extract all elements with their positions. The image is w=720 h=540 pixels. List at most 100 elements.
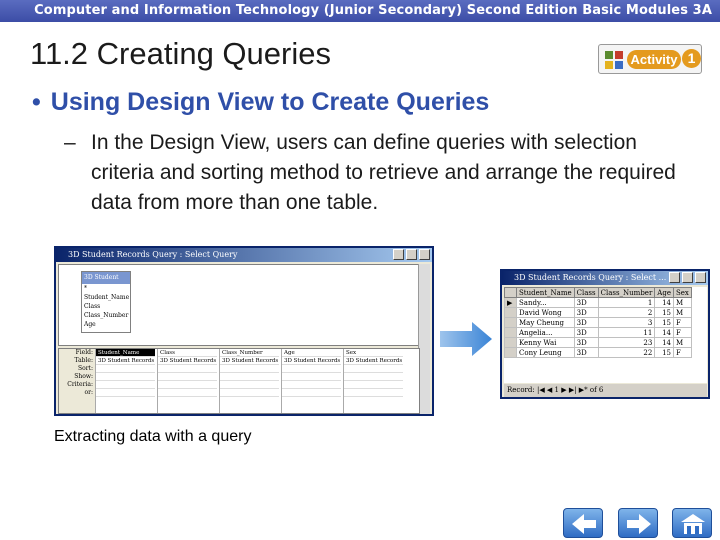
table-cell[interactable]: 15 [654,317,674,328]
table-cell[interactable]: 23 [597,337,656,348]
table-cell[interactable]: Sandy... [516,297,575,308]
design-grid-column[interactable]: Class_Number 3D Student Records [219,349,279,413]
empty-grid-cell[interactable] [344,389,403,397]
empty-grid-cell[interactable] [344,381,403,389]
table-cell[interactable]: May Cheung [516,317,575,328]
field-list[interactable]: 3D Student * Student_Name Class Class_Numbe… [81,271,131,333]
table-row[interactable]: David Wong 3D 2 15 M [504,307,692,318]
table-cell[interactable]: Cony Leung [516,347,575,358]
field-list-item[interactable]: * [82,284,130,293]
column-header[interactable]: Age [654,287,674,298]
table-cell[interactable]: 22 [597,347,656,358]
table-cell[interactable]: 14 [654,297,674,308]
field-list-item[interactable]: Class [82,302,130,311]
empty-grid-cell[interactable] [282,381,341,389]
field-cell[interactable]: Age [282,349,341,357]
column-header[interactable]: Student_Name [516,287,575,298]
row-selector[interactable]: ▶ [504,297,517,308]
table-cell[interactable]: F [672,327,692,338]
field-cell[interactable]: Student_Name [96,349,155,357]
activity-badge[interactable]: Activity 1 [598,44,702,74]
table-cell[interactable]: 14 [654,337,674,348]
maximize-button[interactable] [682,272,693,283]
home-button[interactable] [672,508,712,538]
table-cell[interactable]: 3D Student Records [220,357,279,365]
table-cell[interactable]: 3D [573,317,599,328]
next-slide-button[interactable] [618,508,658,538]
field-list-item[interactable]: Age [82,320,130,329]
table-row[interactable]: Kenny Wai 3D 23 14 M [504,337,692,348]
row-selector[interactable] [504,327,517,338]
empty-grid-cell[interactable] [96,365,155,373]
row-selector[interactable] [504,307,517,318]
empty-grid-cell[interactable] [158,365,217,373]
table-cell[interactable]: 3D [573,337,599,348]
column-header[interactable]: Class [573,287,599,298]
table-cell[interactable]: F [672,317,692,328]
field-cell[interactable]: Sex [344,349,403,357]
empty-grid-cell[interactable] [158,389,217,397]
design-grid-column[interactable]: Class 3D Student Records [157,349,217,413]
row-selector[interactable] [504,337,517,348]
table-cell[interactable]: 15 [654,347,674,358]
table-cell[interactable]: 3D Student Records [344,357,403,365]
table-cell[interactable]: 2 [597,307,656,318]
table-cell[interactable]: 11 [597,327,656,338]
table-cell[interactable]: 3D [573,347,599,358]
table-cell[interactable]: Kenny Wai [516,337,575,348]
empty-grid-cell[interactable] [344,365,403,373]
empty-grid-cell[interactable] [344,373,403,381]
empty-grid-cell[interactable] [220,389,279,397]
empty-grid-cell[interactable] [282,373,341,381]
table-cell[interactable]: 3D [573,307,599,318]
table-cell[interactable]: 3D Student Records [158,357,217,365]
field-cell[interactable]: Class_Number [220,349,279,357]
empty-grid-cell[interactable] [220,373,279,381]
table-cell[interactable]: 3D [573,327,599,338]
record-navigation[interactable]: Record: |◀ ◀ 1 ▶ ▶| ▶* of 6 [504,384,707,397]
table-cell[interactable]: David Wong [516,307,575,318]
empty-grid-cell[interactable] [220,365,279,373]
empty-grid-cell[interactable] [96,389,155,397]
previous-slide-button[interactable] [563,508,603,538]
table-cell[interactable]: 1 [597,297,656,308]
field-cell[interactable]: Class [158,349,217,357]
table-cell[interactable]: 3D Student Records [282,357,341,365]
column-header[interactable]: Class_Number [597,287,656,298]
table-row[interactable]: Angelia... 3D 11 14 F [504,327,692,338]
empty-grid-cell[interactable] [96,381,155,389]
field-list-item[interactable]: Student_Name [82,293,130,302]
table-cell[interactable]: 3 [597,317,656,328]
design-grid-column[interactable]: Student_Name 3D Student Records [95,349,155,413]
design-grid-column[interactable]: Age 3D Student Records [281,349,341,413]
close-button[interactable] [419,249,430,260]
design-view-title: 3D Student Records Query : Select Query [68,250,238,259]
table-row[interactable]: Cony Leung 3D 22 15 F [504,347,692,358]
table-cell[interactable]: M [672,297,692,308]
table-cell[interactable]: F [672,347,692,358]
table-cell[interactable]: M [672,337,692,348]
table-row[interactable]: ▶ Sandy... 3D 1 14 M [504,297,692,308]
empty-grid-cell[interactable] [282,389,341,397]
minimize-button[interactable] [669,272,680,283]
empty-grid-cell[interactable] [220,381,279,389]
maximize-button[interactable] [406,249,417,260]
table-row[interactable]: May Cheung 3D 3 15 F [504,317,692,328]
empty-grid-cell[interactable] [158,381,217,389]
design-grid-column[interactable]: Sex 3D Student Records [343,349,403,413]
row-selector[interactable] [504,317,517,328]
empty-grid-cell[interactable] [282,365,341,373]
column-header[interactable]: Sex [672,287,692,298]
empty-grid-cell[interactable] [96,373,155,381]
table-cell[interactable]: 14 [654,327,674,338]
empty-grid-cell[interactable] [158,373,217,381]
table-cell[interactable]: M [672,307,692,318]
table-cell[interactable]: 15 [654,307,674,318]
row-selector[interactable] [504,347,517,358]
table-cell[interactable]: Angelia... [516,327,575,338]
table-cell[interactable]: 3D Student Records [96,357,155,365]
field-list-item[interactable]: Class_Number [82,311,130,320]
table-cell[interactable]: 3D [573,297,599,308]
minimize-button[interactable] [393,249,404,260]
close-button[interactable] [695,272,706,283]
